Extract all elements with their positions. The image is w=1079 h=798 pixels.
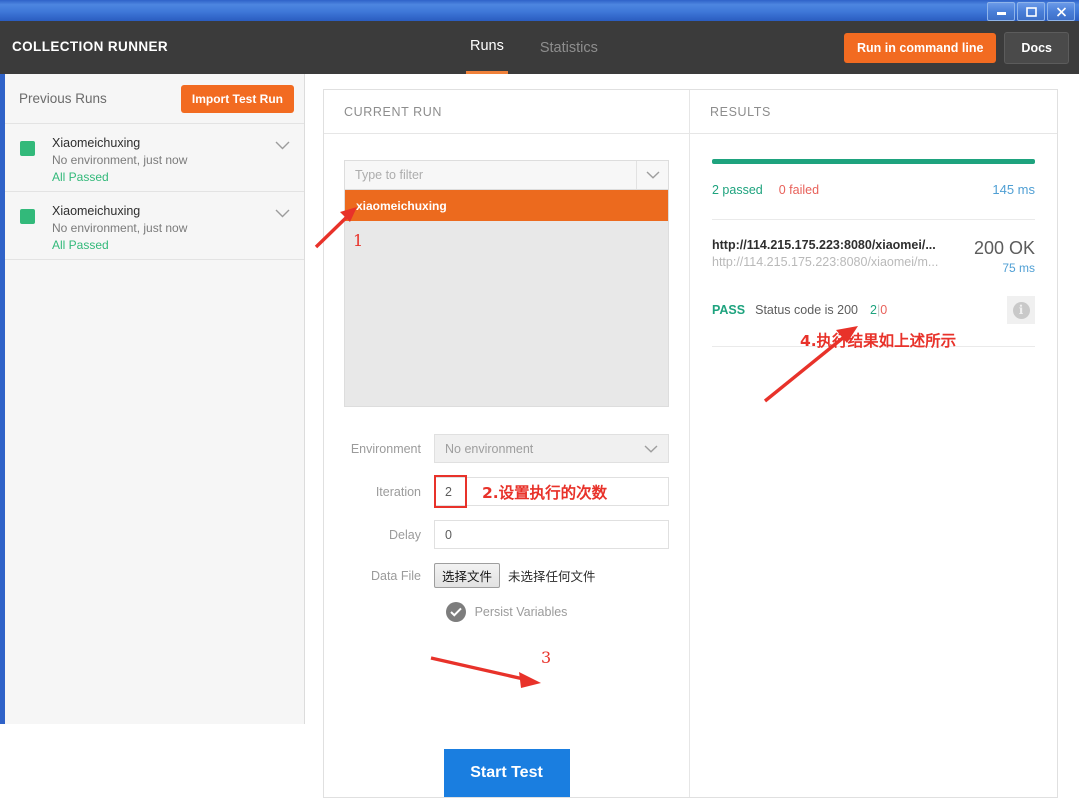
request-result-row: http://114.215.175.223:8080/xiaomei/... … — [690, 220, 1057, 324]
app-header: COLLECTION RUNNER Runs Statistics Run in… — [0, 21, 1079, 74]
start-test-button[interactable]: Start Test — [443, 749, 570, 797]
close-icon — [1056, 6, 1066, 17]
panels-header: CURRENT RUN RESULTS — [324, 89, 1057, 134]
delay-input[interactable] — [445, 527, 658, 542]
current-run-panel-title: CURRENT RUN — [324, 89, 690, 134]
check-icon[interactable] — [445, 602, 466, 622]
current-run-panel: xiaomeichuxing Environment No environmen… — [324, 134, 690, 797]
header-tabs: Runs Statistics — [466, 21, 602, 74]
minimize-button[interactable] — [987, 2, 1015, 21]
persist-variables-label: Persist Variables — [474, 605, 568, 619]
panels-body: xiaomeichuxing Environment No environmen… — [324, 134, 1057, 797]
sidebar-header: Previous Runs Import Test Run — [5, 74, 304, 123]
annotation-note-iteration: 2.设置执行的次数 — [482, 484, 608, 502]
data-file-picker: 选择文件 未选择任何文件 — [434, 563, 669, 588]
environment-value: No environment — [445, 441, 534, 456]
request-header: http://114.215.175.223:8080/xiaomei/... … — [712, 238, 1035, 275]
assertion-row: PASS Status code is 200 2|0 i — [712, 296, 1035, 324]
import-test-run-button[interactable]: Import Test Run — [180, 84, 294, 113]
sidebar-empty-space — [5, 259, 304, 653]
total-time: 145 ms — [992, 182, 1035, 197]
list-item-xiaomeichuxing[interactable]: xiaomeichuxing — [345, 190, 668, 221]
request-urls: http://114.215.175.223:8080/xiaomei/... … — [712, 238, 964, 269]
environment-select[interactable]: No environment — [434, 434, 669, 463]
collection-runner-window: COLLECTION RUNNER Runs Statistics Run in… — [0, 0, 1079, 798]
status-badge — [20, 141, 35, 156]
sidebar-title: Previous Runs — [19, 91, 107, 106]
runner-panels: CURRENT RUN RESULTS xiaomeichuxing — [323, 89, 1058, 798]
response-time: 75 ms — [1002, 261, 1035, 275]
run-meta: No environment, just now — [52, 153, 188, 167]
chevron-down-icon — [644, 442, 658, 456]
assertion-fail-count: 0 — [880, 303, 888, 317]
status-badge — [20, 209, 35, 224]
info-icon: i — [1012, 301, 1030, 319]
previous-runs-sidebar: Previous Runs Import Test Run Xiaomeichu… — [5, 74, 305, 724]
page-title: COLLECTION RUNNER — [12, 39, 169, 54]
info-button[interactable]: i — [1007, 296, 1035, 324]
data-file-label: Data File — [370, 568, 421, 583]
tab-statistics[interactable]: Statistics — [536, 21, 602, 74]
maximize-icon — [1025, 6, 1037, 17]
request-url-secondary: http://114.215.175.223:8080/xiaomei/m... — [712, 255, 939, 269]
run-status: All Passed — [52, 238, 109, 252]
run-name: Xiaomeichuxing — [52, 136, 141, 150]
passed-count: 2 passed — [712, 182, 763, 197]
iteration-row: Iteration 2.设置执行的次数 — [344, 475, 669, 508]
chevron-down-icon[interactable] — [275, 205, 290, 223]
delay-row: Delay — [344, 520, 669, 549]
environment-row: Environment No environment — [344, 434, 669, 463]
start-test-wrap: Start Test — [324, 749, 689, 797]
tab-runs[interactable]: Runs — [466, 21, 508, 74]
data-file-row: Data File 选择文件 未选择任何文件 — [344, 563, 669, 588]
chevron-down-icon[interactable] — [636, 161, 668, 189]
minimize-icon — [996, 12, 1006, 15]
iteration-label: Iteration — [375, 484, 421, 499]
assertion-pass-count: 2 — [869, 303, 877, 317]
persist-variables-row: Persist Variables — [344, 602, 669, 622]
assertion-verdict: PASS — [712, 303, 746, 317]
run-in-command-line-button[interactable]: Run in command line — [844, 33, 997, 63]
progress-bar — [712, 159, 1035, 164]
run-name: Xiaomeichuxing — [52, 204, 141, 218]
run-settings-form: Environment No environment Iteration 2 2… — [344, 434, 669, 622]
chevron-down-icon[interactable] — [275, 137, 290, 155]
run-status: All Passed — [52, 170, 109, 184]
header-actions: Run in command line Docs — [844, 32, 1069, 64]
results-counts: 2 passed 0 failed 145 ms — [712, 182, 1035, 197]
assertion-ratio: 2|0 — [870, 303, 887, 317]
request-url-primary[interactable]: http://114.215.175.223:8080/xiaomei/... — [712, 238, 964, 252]
close-button[interactable] — [1047, 2, 1075, 21]
list-item[interactable]: Xiaomeichuxing No environment, just now … — [5, 191, 304, 259]
delay-field[interactable] — [434, 520, 669, 549]
maximize-button[interactable] — [1017, 2, 1045, 21]
environment-label: Environment — [350, 441, 421, 456]
docs-button[interactable]: Docs — [1004, 32, 1069, 64]
run-meta: No environment, just now — [52, 221, 188, 235]
data-file-status: 未选择任何文件 — [508, 569, 596, 584]
results-panel: 2 passed 0 failed 145 ms http://114.215.… — [690, 134, 1057, 797]
annotation-note-results: 4.执行结果如上述所示 — [800, 332, 957, 350]
results-summary: 2 passed 0 failed 145 ms — [690, 134, 1057, 197]
window-controls — [987, 2, 1075, 21]
failed-count: 0 failed — [778, 182, 820, 197]
assertion-name: Status code is 200 — [755, 303, 858, 317]
status-code: 200 OK — [973, 238, 1035, 258]
list-item[interactable]: Xiaomeichuxing No environment, just now … — [5, 123, 304, 191]
collection-list: xiaomeichuxing — [344, 190, 669, 407]
app-body: Previous Runs Import Test Run Xiaomeichu… — [0, 74, 1079, 798]
search-input[interactable] — [345, 161, 636, 189]
filter-row — [344, 160, 669, 190]
window-titlebar — [0, 0, 1079, 22]
request-status: 200 OK 75 ms — [964, 238, 1035, 275]
delay-label: Delay — [389, 527, 421, 542]
choose-file-button[interactable]: 选择文件 — [434, 563, 501, 588]
results-panel-title: RESULTS — [710, 104, 771, 119]
